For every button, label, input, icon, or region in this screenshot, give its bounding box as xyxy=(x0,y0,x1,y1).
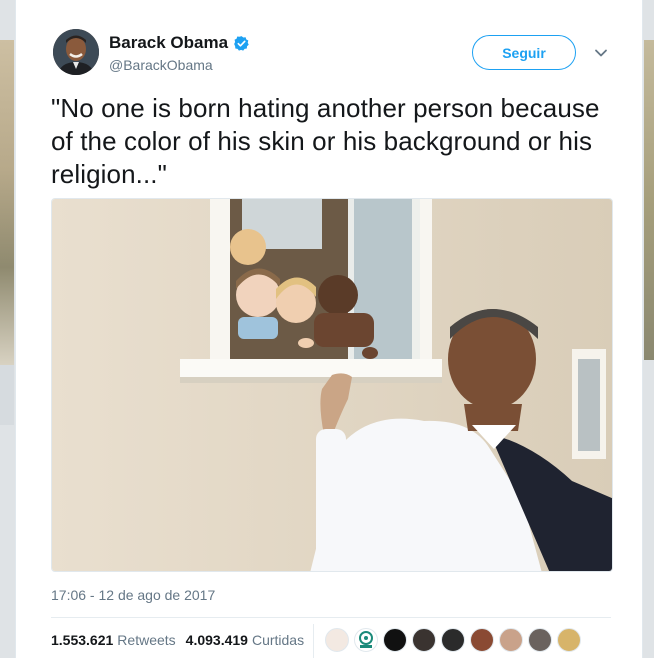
liker-avatar[interactable] xyxy=(441,628,465,652)
follow-button[interactable]: Seguir xyxy=(472,35,576,70)
stats-divider xyxy=(51,617,611,618)
liker-avatar[interactable] xyxy=(383,628,407,652)
liker-avatar[interactable] xyxy=(470,628,494,652)
backdrop-left xyxy=(0,40,14,365)
liker-avatar[interactable] xyxy=(412,628,436,652)
author-name-row[interactable]: Barack Obama xyxy=(109,33,250,53)
tweet-card: Barack Obama @BarackObama Seguir "No one… xyxy=(15,0,643,658)
tweet-stats: 1.553.621 Retweets 4.093.419 Curtidas xyxy=(51,632,314,648)
tweet-timestamp[interactable]: 17:06 - 12 de ago de 2017 xyxy=(51,587,215,603)
liker-avatar[interactable] xyxy=(557,628,581,652)
backdrop-left-lower xyxy=(0,365,14,425)
likes-count[interactable]: 4.093.419 xyxy=(186,632,248,648)
liker-avatar[interactable] xyxy=(354,628,378,652)
liker-avatar[interactable] xyxy=(528,628,552,652)
chevron-down-icon[interactable] xyxy=(594,46,608,60)
verified-badge-icon xyxy=(234,35,249,51)
retweets-count[interactable]: 1.553.621 xyxy=(51,632,113,648)
retweets-label[interactable]: Retweets xyxy=(117,632,175,648)
avatar[interactable] xyxy=(53,29,99,75)
liker-logo-icon xyxy=(359,631,373,648)
author-name[interactable]: Barack Obama xyxy=(109,33,228,53)
avatar-image xyxy=(53,29,99,75)
likes-label[interactable]: Curtidas xyxy=(252,632,304,648)
tweet-photo[interactable] xyxy=(51,198,613,572)
liker-avatars xyxy=(325,628,586,652)
stats-separator xyxy=(313,624,314,658)
photo-illustration xyxy=(52,199,612,571)
liker-avatar[interactable] xyxy=(325,628,349,652)
liker-avatar[interactable] xyxy=(499,628,523,652)
tweet-text: "No one is born hating another person be… xyxy=(51,93,600,189)
backdrop-right xyxy=(644,40,654,360)
author-handle[interactable]: @BarackObama xyxy=(109,57,213,73)
